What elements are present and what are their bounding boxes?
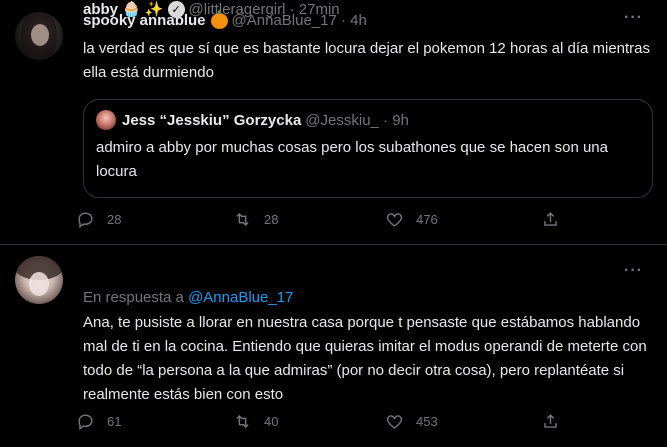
retweet-icon <box>236 414 249 429</box>
cupcake-sparkles-emoji-icon: 🧁 ✨ <box>122 1 164 18</box>
retweet-count: 28 <box>264 212 279 227</box>
reply-to-link[interactable]: @AnnaBlue_17 <box>188 289 293 306</box>
tweet-text: Ana, te pusiste a llorar en nuestra casa… <box>83 314 647 403</box>
share-button[interactable] <box>541 412 560 431</box>
quote-avatar <box>96 110 116 130</box>
heart-icon <box>386 213 403 227</box>
avatar-abby[interactable] <box>15 256 63 304</box>
more-options-icon[interactable]: ··· <box>624 262 643 280</box>
quoted-tweet[interactable]: Jess “Jesskiu” Gorzycka @Jesskiu_ · 9h a… <box>83 99 653 198</box>
reply-count: 28 <box>107 212 122 227</box>
avatar-annablue[interactable] <box>15 12 63 60</box>
quote-text: admiro a abby por muchas cosas pero los … <box>96 139 608 180</box>
reply-button[interactable]: 61 <box>76 412 121 431</box>
share-icon <box>544 414 557 428</box>
reply-context: En respuesta a @AnnaBlue_17 <box>83 286 653 310</box>
reply-icon <box>78 212 93 229</box>
share-button[interactable] <box>541 210 560 229</box>
retweet-button[interactable]: 40 <box>233 412 278 431</box>
like-count: 476 <box>416 212 438 227</box>
quote-author-handle-time: @Jesskiu_ · 9h <box>305 111 409 129</box>
tweet-text: la verdad es que sí que es bastante locu… <box>83 40 651 81</box>
like-button[interactable]: 476 <box>385 210 438 229</box>
reply-icon <box>78 414 93 431</box>
tweet-header: abby 🧁 ✨ ✓ @littleragergirl · 27min <box>83 0 340 18</box>
retweet-count: 40 <box>264 414 279 429</box>
retweet-icon <box>236 212 249 227</box>
quote-header: Jess “Jesskiu” Gorzycka @Jesskiu_ · 9h <box>96 110 409 130</box>
like-button[interactable]: 453 <box>385 412 438 431</box>
verified-badge-icon: ✓ <box>167 0 185 18</box>
author-handle-time[interactable]: @littleragergirl · 27min <box>189 1 340 18</box>
reply-count: 61 <box>107 414 122 429</box>
share-icon <box>544 212 557 226</box>
more-options-icon[interactable]: ··· <box>624 9 643 27</box>
heart-icon <box>386 415 403 429</box>
reply-button[interactable]: 28 <box>76 210 121 229</box>
like-count: 453 <box>416 414 438 429</box>
quote-author-name: Jess “Jesskiu” Gorzycka <box>122 111 302 129</box>
author-name[interactable]: abby <box>83 1 118 18</box>
retweet-button[interactable]: 28 <box>233 210 278 229</box>
reply-prefix: En respuesta a <box>83 289 189 306</box>
